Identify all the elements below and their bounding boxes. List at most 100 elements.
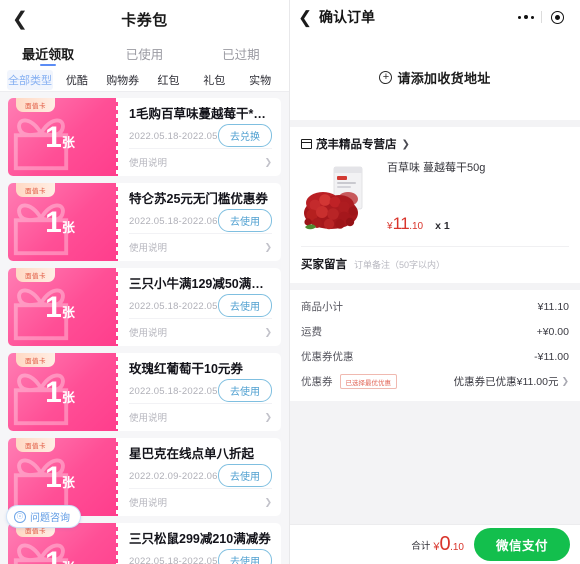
coupon-count-number: 1 (45, 546, 62, 564)
coupon-tabs: 最近领取 已使用 已过期 (0, 38, 289, 68)
coupon-footer[interactable]: 使用说明 ❯ (129, 233, 272, 254)
tab-active-underline (40, 64, 57, 66)
list-item[interactable]: 面值卡 1张 三只松鼠299减210满减券 2022.05.18-2022.05… (8, 523, 281, 564)
coupon-type-badge: 面值卡 (16, 353, 55, 367)
help-floating-label: 问题咨询 (30, 513, 70, 524)
section-gap (290, 283, 580, 290)
chip-physical[interactable]: 实物 (238, 70, 282, 90)
buyer-note-label: 买家留言 (301, 259, 347, 271)
shop-link[interactable]: 茂丰精品专营店 ❯ (300, 136, 569, 152)
coupon-stub: 面值卡 1张 (8, 268, 118, 346)
chevron-down-icon[interactable]: ❯ (264, 412, 272, 423)
add-address-button[interactable]: + 请添加收货地址 (379, 68, 490, 87)
list-item[interactable]: 面值卡 1张 三只小牛满129减50满减券 2022.05.18-2022.05… (8, 268, 281, 346)
coupon-action-button[interactable]: 去兑换 (218, 124, 272, 147)
chip-gift-pack[interactable]: 礼包 (192, 70, 236, 90)
coupon-stub: 面值卡 1张 (8, 98, 118, 176)
chip-red-packet[interactable]: 红包 (147, 70, 191, 90)
coupon-footer[interactable]: 使用说明 ❯ (129, 488, 272, 509)
chip-shopping-voucher[interactable]: 购物券 (101, 70, 145, 90)
coupon-stub: 面值卡 1张 (8, 353, 118, 431)
coupon-action-button[interactable]: 去使用 (218, 464, 272, 487)
coupon-footer[interactable]: 使用说明 ❯ (129, 318, 272, 339)
coupon-count: 1张 (8, 548, 112, 564)
help-floating-button[interactable]: ☉ 问题咨询 (6, 505, 81, 528)
summary-row-coupon-discount: 优惠券优惠 -¥11.00 (301, 344, 569, 369)
chevron-down-icon[interactable]: ❯ (264, 497, 272, 508)
order-bottom-bar: 合计 ¥0.10 微信支付 (290, 524, 580, 564)
buyer-note-row[interactable]: 买家留言 订单备注（50字以内） (301, 246, 569, 272)
usage-instructions-label: 使用说明 (129, 413, 168, 424)
back-icon[interactable]: ❮ (298, 9, 316, 26)
tab-expired[interactable]: 已过期 (193, 38, 289, 68)
coupon-count-number: 1 (45, 291, 62, 325)
back-icon[interactable]: ❮ (10, 9, 30, 29)
coupon-name: 特仑苏25元无门槛优惠券 (129, 192, 268, 206)
miniprogram-capsule (511, 6, 572, 28)
coupon-count-unit: 张 (61, 475, 75, 491)
total-integer: 0 (439, 533, 451, 555)
tab-recent[interactable]: 最近领取 (0, 38, 96, 68)
shop-product-card: 茂丰精品专营店 ❯ 百草味 蔓越莓干50g ¥ 11 .10 x 1 买家留言 … (290, 127, 580, 283)
chevron-down-icon[interactable]: ❯ (264, 327, 272, 338)
coupon-action-button[interactable]: 去使用 (218, 209, 272, 232)
coupon-type-badge: 面值卡 (16, 183, 55, 197)
usage-instructions-label: 使用说明 (129, 328, 168, 339)
summary-row-subtotal: 商品小计 ¥11.10 (301, 294, 569, 319)
address-card[interactable]: + 请添加收货地址 (290, 34, 580, 120)
chip-all-types[interactable]: 全部类型 (7, 69, 53, 90)
coupon-applied-value: 优惠券已优惠¥11.00元 (453, 376, 559, 388)
price-integer: 11 (392, 214, 410, 233)
filter-chip-row: 全部类型 优酷 购物券 红包 礼包 实物 (0, 68, 289, 92)
more-dots-icon[interactable] (511, 14, 541, 20)
product-quantity: x 1 (435, 220, 450, 232)
coupon-detail: 星巴克在线点单八折起 2022.02.09-2022.06.30 去使用 使用说… (118, 438, 281, 516)
tab-expired-label: 已过期 (222, 47, 260, 62)
product-row[interactable]: 百草味 蔓越莓干50g ¥11.10 x 1 (301, 161, 569, 237)
shop-name: 茂丰精品专营店 (316, 139, 397, 151)
coupon-stub: 面值卡 1张 (8, 523, 118, 564)
coupon-count: 1张 (8, 293, 112, 323)
coupon-count: 1张 (8, 463, 112, 493)
list-item[interactable]: 面值卡 1张 1毛购百草味蔓越莓干*50g 2022.05.18-2022.05… (8, 98, 281, 176)
coupon-detail: 三只松鼠299减210满减券 2022.05.18-2022.05.25 去使用… (118, 523, 281, 564)
coupon-action-button[interactable]: 去使用 (218, 294, 272, 317)
coupon-count: 1张 (8, 123, 112, 153)
coupon-footer[interactable]: 使用说明 ❯ (129, 403, 272, 424)
coupon-count-number: 1 (45, 461, 62, 495)
total-decimal: .10 (450, 542, 464, 553)
subtotal-value: ¥11.10 (537, 300, 569, 313)
list-item[interactable]: 面值卡 1张 特仑苏25元无门槛优惠券 2022.05.18-2022.06.1… (8, 183, 281, 261)
chip-youku[interactable]: 优酷 (55, 70, 99, 90)
chevron-right-icon: ❯ (401, 138, 410, 150)
wechat-pay-button[interactable]: 微信支付 (473, 528, 570, 561)
tab-used[interactable]: 已使用 (96, 38, 192, 68)
plus-circle-icon: + (379, 70, 393, 84)
coupon-action-button[interactable]: 去使用 (218, 379, 272, 402)
coupon-label: 优惠券 (301, 376, 333, 388)
coupon-discount-value: -¥11.00 (534, 350, 569, 363)
coupon-discount-label: 优惠券优惠 (301, 351, 354, 363)
list-item[interactable]: 面值卡 1张 玫瑰红葡萄干10元券 2022.05.18-2022.05.25 … (8, 353, 281, 431)
chevron-down-icon[interactable]: ❯ (264, 242, 272, 253)
coupon-count: 1张 (8, 208, 112, 238)
right-navbar: ❮ 确认订单 (290, 0, 580, 34)
coupon-count-number: 1 (45, 206, 62, 240)
coupon-list[interactable]: 面值卡 1张 1毛购百草味蔓越莓干*50g 2022.05.18-2022.05… (0, 92, 289, 564)
page-title: 卡券包 (121, 11, 168, 29)
chevron-down-icon[interactable]: ❯ (264, 157, 272, 168)
coupon-action-button[interactable]: 去使用 (218, 549, 272, 564)
buyer-note-input[interactable]: 订单备注（50字以内） (354, 258, 445, 271)
coupon-count-number: 1 (45, 376, 62, 410)
coupon-detail: 三只小牛满129减50满减券 2022.05.18-2022.05.25 去使用… (118, 268, 281, 346)
coupon-count-unit: 张 (61, 390, 75, 406)
tab-used-label: 已使用 (125, 47, 164, 62)
coupon-type-badge: 面值卡 (16, 438, 55, 452)
chevron-right-icon[interactable]: ❯ (561, 376, 569, 387)
product-info: 百草味 蔓越莓干50g ¥11.10 x 1 (377, 161, 569, 237)
coupon-detail: 特仑苏25元无门槛优惠券 2022.05.18-2022.06.17 去使用 使… (118, 183, 281, 261)
summary-row-coupon[interactable]: 优惠券 已选择最优优惠 优惠券已优惠¥11.00元 ❯ (301, 369, 569, 394)
target-circle-icon[interactable] (542, 10, 572, 24)
shipping-label: 运费 (301, 326, 322, 338)
coupon-footer[interactable]: 使用说明 ❯ (129, 148, 272, 169)
